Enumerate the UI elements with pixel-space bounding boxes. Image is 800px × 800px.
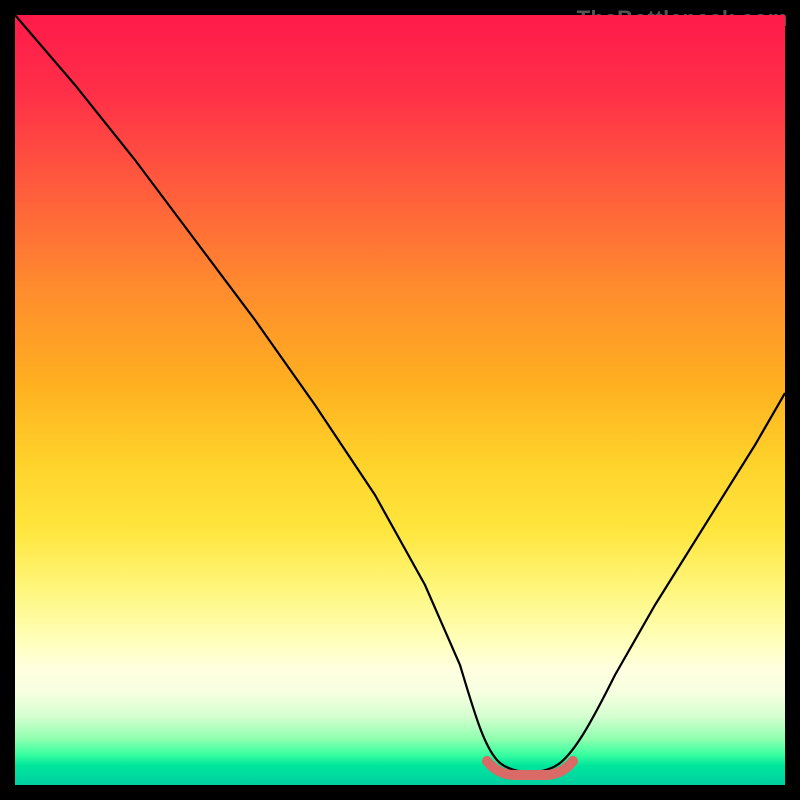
plot-area [15,15,785,785]
bottleneck-curve [15,15,785,772]
curve-svg [15,15,785,785]
chart-stage: TheBottleneck.com [0,0,800,800]
